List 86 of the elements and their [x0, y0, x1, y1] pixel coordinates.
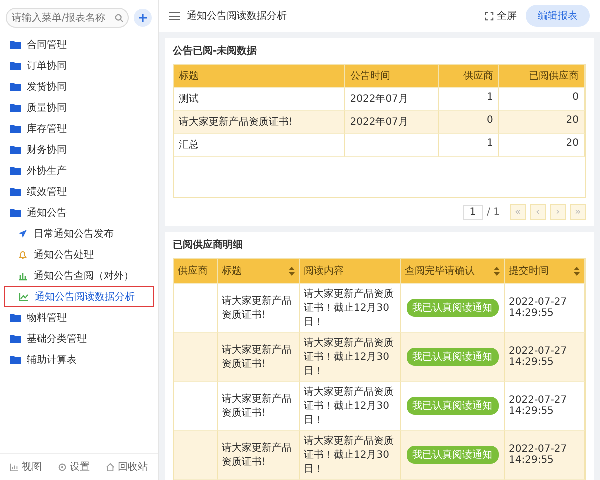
- submenu-item[interactable]: 通知公告处理: [4, 244, 154, 265]
- table-cell: 0: [487, 115, 494, 126]
- column-header: 标题: [174, 65, 346, 88]
- folder-icon: [10, 40, 21, 49]
- folder-icon: [10, 61, 21, 70]
- table-cell-text: 2022-07-27 14:29:55: [509, 297, 568, 319]
- table-cell: 2022年07月: [350, 94, 408, 105]
- footer-link[interactable]: 设置: [58, 460, 90, 474]
- column-header: 标题: [218, 259, 300, 284]
- folder-icon: [10, 187, 21, 196]
- menu-item[interactable]: 质量协同: [4, 97, 154, 118]
- house-icon: [106, 462, 115, 472]
- search-icon: [115, 14, 124, 22]
- add-button[interactable]: [134, 9, 152, 27]
- folder-icon: [10, 103, 21, 112]
- submenu-item[interactable]: 通知公告查阅（对外）: [4, 265, 154, 286]
- column-header: 供应商: [174, 259, 218, 284]
- table-cell-text: 2022-07-27 14:29:55: [509, 395, 568, 417]
- folder-icon: [10, 355, 21, 364]
- folder-icon: [10, 334, 21, 343]
- table-cell-text: 请大家更新产品资质证书!: [222, 294, 293, 322]
- table-cell: 2022年07月: [350, 117, 408, 128]
- table-cell: 20: [566, 115, 579, 126]
- chart-icon: [10, 462, 19, 472]
- table-cell-text: 请大家更新产品资质证书!: [222, 442, 293, 469]
- settings-icon: [58, 462, 67, 472]
- table-cell: 测试: [179, 94, 199, 105]
- column-header: 已阅供应商: [499, 65, 585, 88]
- sort-icon[interactable]: [494, 266, 500, 276]
- column-header: 供应商: [439, 65, 500, 88]
- table-cell-text: 请大家更新产品资质证书！截止12月30日！: [304, 386, 395, 427]
- section-title: 已阅供应商明细: [173, 238, 243, 252]
- folder-icon: [10, 166, 21, 175]
- table-cell-text: 2022-07-27 14:29:55: [509, 346, 568, 368]
- submenu-item[interactable]: 日常通知公告发布: [4, 223, 154, 244]
- table-cell: 1: [487, 92, 494, 103]
- table-cell: 0: [572, 92, 579, 103]
- table-cell-text: 请大家更新产品资质证书!: [222, 392, 293, 420]
- footer-link[interactable]: 回收站: [106, 460, 148, 474]
- column-header: 公告时间: [345, 65, 440, 88]
- sort-icon[interactable]: [289, 266, 295, 276]
- page-title: 通知公告阅读数据分析: [187, 10, 287, 23]
- bar-chart-icon: [18, 270, 28, 280]
- menu-item[interactable]: 合同管理: [4, 34, 154, 55]
- footer-link[interactable]: 视图: [10, 460, 42, 474]
- table-cell-text: 请大家更新产品资质证书！截止12月30日！: [304, 336, 395, 378]
- folder-icon: [10, 82, 21, 91]
- plus-icon: [138, 13, 148, 23]
- fullscreen-icon: [485, 12, 494, 20]
- edit-report-button[interactable]: 编辑报表: [526, 5, 590, 27]
- menu-item[interactable]: 外协生产: [4, 160, 154, 181]
- table-cell: 汇总: [179, 140, 199, 151]
- sort-icon[interactable]: [574, 266, 580, 276]
- menu-item[interactable]: 绩效管理: [4, 181, 154, 202]
- menu-item[interactable]: 财务协同: [4, 139, 154, 160]
- bell-icon: [18, 250, 28, 260]
- fullscreen-button[interactable]: 全屏: [483, 7, 519, 25]
- folder-icon: [10, 313, 21, 322]
- table-cell: 请大家更新产品资质证书!: [179, 117, 294, 128]
- table-cell: 20: [566, 138, 579, 149]
- menu-item[interactable]: 物料管理: [4, 307, 154, 328]
- menu-item[interactable]: 辅助计算表: [4, 349, 154, 370]
- column-header: 查阅完毕请确认: [401, 259, 505, 284]
- column-header: 阅读内容: [300, 259, 401, 284]
- folder-icon: [10, 208, 21, 217]
- folder-icon: [10, 124, 21, 133]
- paper-plane-icon: [18, 228, 28, 238]
- menu-item[interactable]: 基础分类管理: [4, 328, 154, 349]
- line-chart-icon: [19, 292, 29, 302]
- menu-item[interactable]: 发货协同: [4, 76, 154, 97]
- table-cell-text: 请大家更新产品资质证书!: [222, 344, 293, 371]
- section-title: 公告已阅-未阅数据: [173, 44, 258, 58]
- menu-item[interactable]: 订单协同: [4, 55, 154, 76]
- table-cell: 1: [487, 138, 494, 149]
- page-total: / 1: [487, 206, 500, 218]
- submenu-item[interactable]: 通知公告阅读数据分析: [4, 286, 154, 307]
- menu-item[interactable]: 库存管理: [4, 118, 154, 139]
- page-input[interactable]: 1: [462, 204, 484, 220]
- table-cell-text: 2022-07-27 14:29:55: [509, 444, 568, 466]
- table-cell-text: 请大家更新产品资质证书！截止12月30日！: [304, 288, 395, 329]
- table-cell-text: 请大家更新产品资质证书！截止12月30日！: [304, 434, 395, 476]
- search-field[interactable]: 请输入菜单/报表名称: [6, 8, 129, 28]
- column-header: 提交时间: [505, 259, 585, 284]
- menu-icon[interactable]: [169, 12, 180, 20]
- folder-icon: [10, 145, 21, 154]
- menu-item[interactable]: 通知公告: [4, 202, 154, 223]
